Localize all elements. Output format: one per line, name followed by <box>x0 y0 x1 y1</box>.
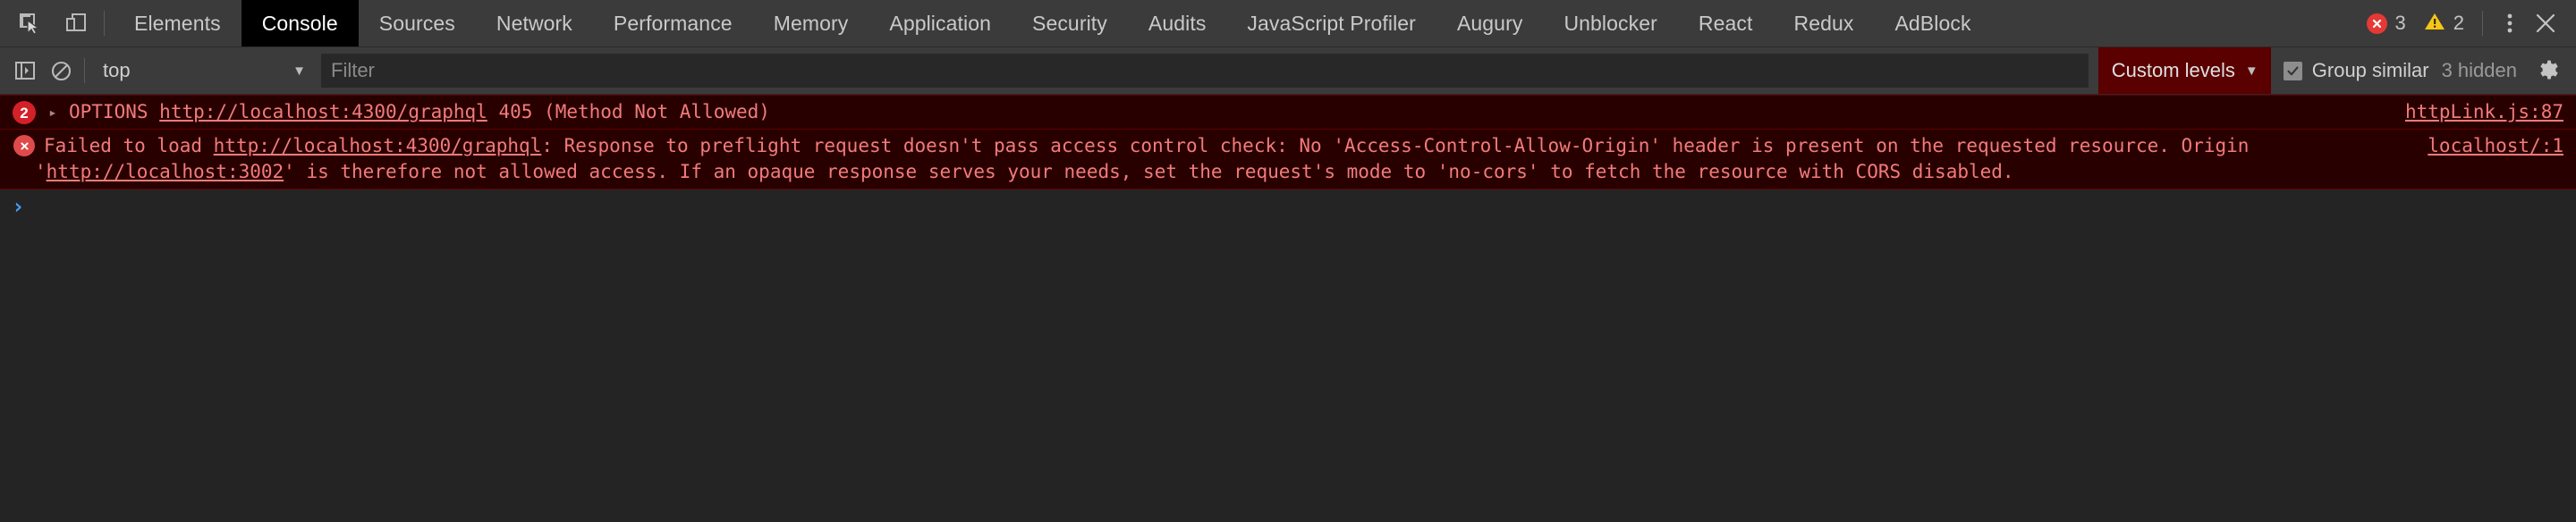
tab-security[interactable]: Security <box>1012 0 1128 46</box>
tab-console[interactable]: Console <box>242 0 359 46</box>
more-options-icon[interactable] <box>2492 4 2528 43</box>
error-icon <box>13 135 35 156</box>
tab-memory[interactable]: Memory <box>753 0 869 46</box>
tab-label: Elements <box>134 12 221 36</box>
gear-icon[interactable] <box>2531 53 2567 88</box>
tab-label: Redux <box>1793 12 1853 36</box>
origin-url-link[interactable]: http://localhost:3002 <box>47 161 284 182</box>
checkbox-checked-icon <box>2284 62 2302 80</box>
tab-label: Application <box>889 12 991 36</box>
tab-label: Security <box>1032 12 1107 36</box>
console-message-network-error[interactable]: 2 ▸ OPTIONS http://localhost:4300/graphq… <box>0 95 2576 130</box>
tab-label: Network <box>496 12 572 36</box>
tab-elements[interactable]: Elements <box>114 0 242 46</box>
message-suffix: ' is therefore not allowed access. If an… <box>284 161 2013 182</box>
tab-network[interactable]: Network <box>476 0 593 46</box>
tabbar-left-icons <box>0 0 114 46</box>
tab-label: AdBlock <box>1894 12 1970 36</box>
tab-redux[interactable]: Redux <box>1773 0 1874 46</box>
request-url-link[interactable]: http://localhost:4300/graphql <box>159 101 487 122</box>
tab-performance[interactable]: Performance <box>593 0 753 46</box>
tab-label: Unblocker <box>1563 12 1657 36</box>
console-message-cors-error[interactable]: Failed to load http://localhost:4300/gra… <box>0 130 2576 189</box>
group-similar-label: Group similar <box>2312 59 2429 82</box>
execution-context-value: top <box>103 59 131 82</box>
group-similar-toggle[interactable]: Group similar <box>2271 59 2442 82</box>
tab-audits[interactable]: Audits <box>1128 0 1227 46</box>
inspect-element-icon[interactable] <box>9 4 50 43</box>
tab-label: Audits <box>1148 12 1207 36</box>
prompt-caret-icon: › <box>12 196 24 217</box>
tabbar-divider <box>104 11 105 36</box>
error-count-badge[interactable]: 3 <box>2358 12 2415 35</box>
close-icon[interactable] <box>2528 4 2563 43</box>
expand-arrow-icon[interactable]: ▸ <box>46 105 60 120</box>
tab-label: Console <box>262 12 338 36</box>
space-1 <box>148 101 160 122</box>
tab-adblock[interactable]: AdBlock <box>1874 0 1991 46</box>
clear-console-icon[interactable] <box>43 53 79 88</box>
toolbar-divider <box>84 58 85 83</box>
response-status: 405 (Method Not Allowed) <box>498 101 769 122</box>
tab-sources[interactable]: Sources <box>359 0 476 46</box>
tab-label: Augury <box>1457 12 1522 36</box>
execution-context-selector[interactable]: top ▼ <box>93 53 314 88</box>
message-prefix: Failed to load <box>44 135 214 156</box>
error-count-value: 3 <box>2395 12 2406 35</box>
toolbar-right-controls: 3 hidden <box>2442 53 2567 88</box>
tab-label: Sources <box>379 12 455 36</box>
device-toolbar-icon[interactable] <box>55 4 97 43</box>
source-location-link[interactable]: httpLink.js:87 <box>2384 99 2563 125</box>
tab-application[interactable]: Application <box>869 0 1012 46</box>
tab-label: Performance <box>614 12 733 36</box>
tab-label: React <box>1699 12 1753 36</box>
devtools-tabbar: Elements Console Sources Network Perform… <box>0 0 2576 47</box>
warning-count-badge[interactable]: 2 <box>2415 12 2473 36</box>
error-icon <box>2367 13 2387 34</box>
message-text: Failed to load http://localhost:4300/gra… <box>35 135 2249 182</box>
chevron-down-icon: ▼ <box>2245 64 2258 78</box>
panel-tabs: Elements Console Sources Network Perform… <box>114 0 1992 46</box>
tabbar-right-divider <box>2482 11 2483 36</box>
tabbar-right-controls: 3 2 <box>2358 0 2576 46</box>
message-gutter: 2 ▸ <box>7 99 60 124</box>
console-prompt[interactable]: › <box>0 189 2576 232</box>
warning-icon <box>2424 12 2445 36</box>
console-sidebar-icon[interactable] <box>7 53 43 88</box>
tab-augury[interactable]: Augury <box>1436 0 1543 46</box>
repeat-count-badge: 2 <box>13 101 36 124</box>
filter-input[interactable] <box>321 54 2089 88</box>
log-levels-value: Custom levels <box>2112 59 2235 82</box>
message-gutter <box>7 133 35 156</box>
request-method: OPTIONS <box>69 101 148 122</box>
warning-count-value: 2 <box>2453 12 2464 35</box>
tab-react[interactable]: React <box>1678 0 1774 46</box>
space-2 <box>487 101 499 122</box>
tab-label: JavaScript Profiler <box>1247 12 1416 36</box>
tab-label: Memory <box>774 12 849 36</box>
console-message-list: 2 ▸ OPTIONS http://localhost:4300/graphq… <box>0 95 2576 522</box>
source-location-link[interactable]: localhost/:1 <box>2406 133 2563 159</box>
tab-unblocker[interactable]: Unblocker <box>1543 0 1677 46</box>
hidden-messages-count: 3 hidden <box>2442 59 2517 82</box>
tab-javascript-profiler[interactable]: JavaScript Profiler <box>1226 0 1436 46</box>
console-toolbar: top ▼ Custom levels ▼ Group similar 3 hi… <box>0 47 2576 95</box>
log-levels-selector[interactable]: Custom levels ▼ <box>2098 47 2271 94</box>
request-url-link[interactable]: http://localhost:4300/graphql <box>214 135 542 156</box>
message-text: OPTIONS http://localhost:4300/graphql 40… <box>60 101 770 122</box>
chevron-down-icon: ▼ <box>292 64 306 78</box>
